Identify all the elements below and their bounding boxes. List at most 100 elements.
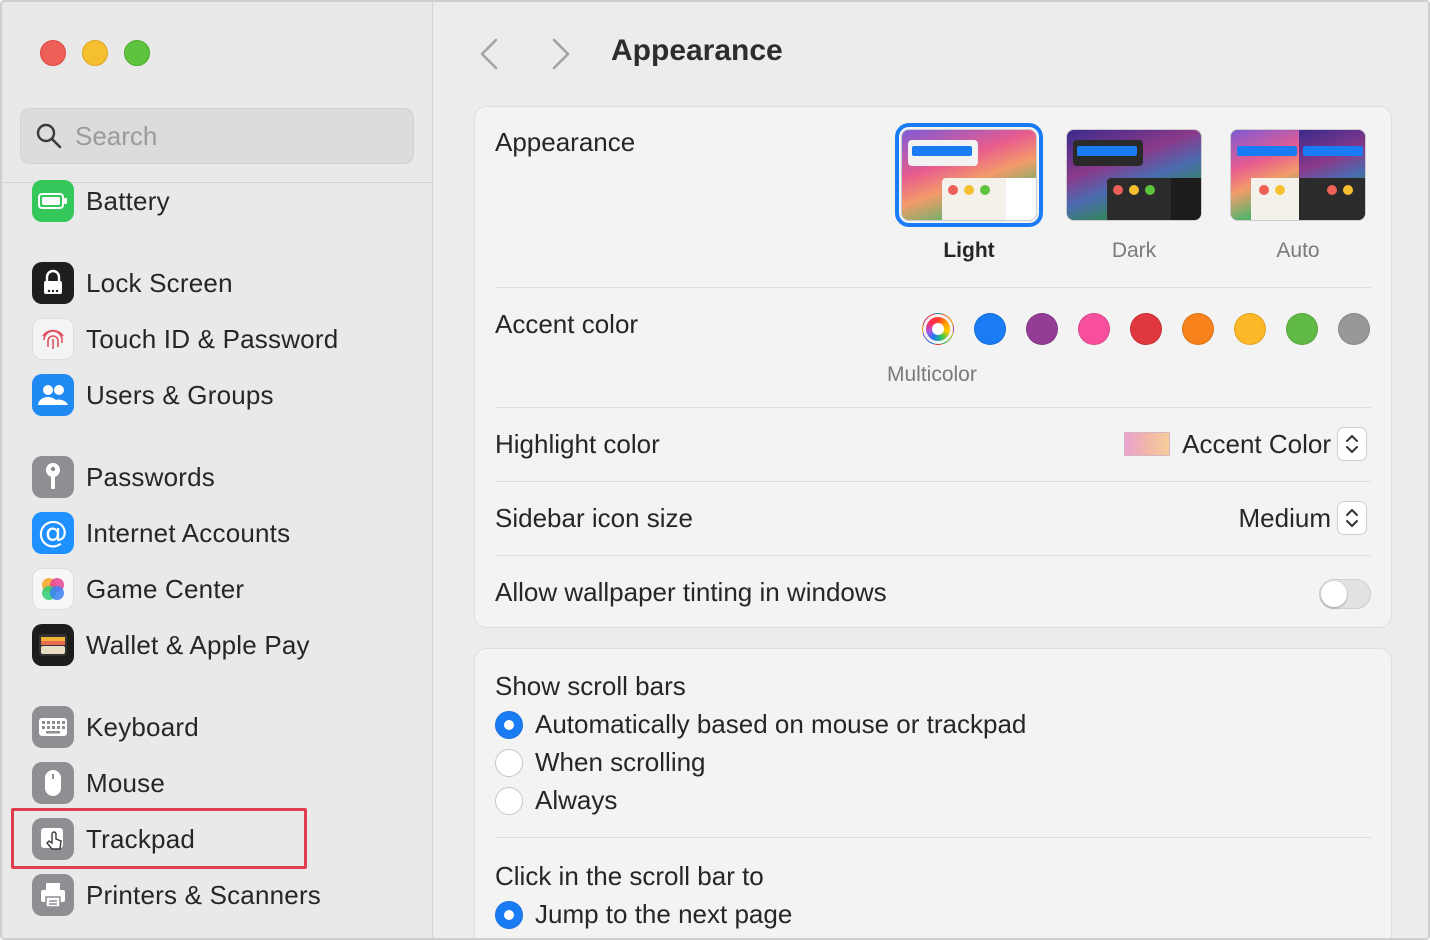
appearance-label: Appearance bbox=[495, 127, 636, 157]
sidebar-item-label: Touch ID & Password bbox=[86, 323, 339, 354]
game-center-icon bbox=[32, 568, 74, 610]
wallet-icon bbox=[32, 624, 74, 666]
sidebar-item-trackpad[interactable]: Trackpad bbox=[32, 817, 195, 861]
click-scroll-bar-label: Click in the scroll bar to bbox=[495, 861, 764, 891]
sidebar-item-internet-accounts[interactable]: @ Internet Accounts bbox=[32, 511, 290, 555]
sidebar-item-label: Lock Screen bbox=[86, 267, 233, 298]
appearance-option-label: Auto bbox=[1276, 239, 1320, 262]
sidebar-item-wallet[interactable]: Wallet & Apple Pay bbox=[32, 623, 310, 667]
appearance-option-light[interactable]: Light bbox=[895, 123, 1043, 263]
sidebar-item-label: Battery bbox=[86, 185, 170, 216]
chevron-up-down-icon bbox=[1337, 427, 1367, 461]
back-button[interactable] bbox=[474, 34, 504, 74]
radio-label: Jump to the next page bbox=[535, 899, 793, 929]
accent-swatch-green[interactable] bbox=[1286, 313, 1318, 345]
accent-swatch-orange[interactable] bbox=[1182, 313, 1214, 345]
appearance-option-label: Light bbox=[943, 239, 995, 262]
divider bbox=[495, 481, 1371, 482]
accent-swatch-purple[interactable] bbox=[1026, 313, 1058, 345]
zoom-button[interactable] bbox=[124, 40, 150, 66]
sidebar-item-label: Mouse bbox=[86, 767, 166, 798]
radio-button[interactable] bbox=[495, 786, 523, 815]
sidebar-item-label: Printers & Scanners bbox=[86, 879, 322, 910]
sidebar-item-passwords[interactable]: Passwords bbox=[32, 455, 215, 499]
highlight-color-label: Highlight color bbox=[495, 429, 660, 459]
main-pane: Appearance Appearance Light Dark Auto Ac… bbox=[434, 2, 1428, 938]
wallpaper-tinting-toggle[interactable] bbox=[1319, 579, 1371, 609]
sidebar-item-printers[interactable]: Printers & Scanners bbox=[32, 873, 321, 917]
highlight-color-popup[interactable]: Accent Color bbox=[1124, 427, 1367, 461]
settings-window: Battery Lock Screen Touch ID & Password … bbox=[0, 0, 1430, 940]
mouse-icon bbox=[32, 762, 74, 804]
sidebar-item-label: Wallet & Apple Pay bbox=[86, 629, 310, 660]
accent-swatch-blue[interactable] bbox=[974, 313, 1006, 345]
highlight-color-swatch bbox=[1124, 432, 1171, 456]
sidebar-item-label: Game Center bbox=[86, 573, 245, 604]
users-icon bbox=[32, 374, 74, 416]
scroll-bars-option-automatic[interactable]: Automatically based on mouse or trackpad bbox=[495, 709, 1026, 740]
dark-theme-thumbnail bbox=[1066, 129, 1202, 221]
search-input[interactable] bbox=[75, 120, 395, 152]
toggle-knob bbox=[1321, 581, 1347, 607]
divider bbox=[495, 837, 1371, 838]
page-title: Appearance bbox=[611, 34, 783, 67]
minimize-button[interactable] bbox=[82, 40, 108, 66]
sidebar-item-game-center[interactable]: Game Center bbox=[32, 567, 244, 611]
accent-swatch-pink[interactable] bbox=[1078, 313, 1110, 345]
sidebar-item-users-groups[interactable]: Users & Groups bbox=[32, 373, 274, 417]
close-button[interactable] bbox=[40, 40, 66, 66]
sidebar-item-touch-id[interactable]: Touch ID & Password bbox=[32, 317, 338, 361]
fingerprint-icon bbox=[32, 318, 74, 360]
accent-color-caption: Multicolor bbox=[887, 363, 977, 386]
sidebar-item-keyboard[interactable]: Keyboard bbox=[32, 705, 199, 749]
highlight-color-value: Accent Color bbox=[1182, 428, 1331, 459]
sidebar-item-label: Passwords bbox=[86, 461, 215, 492]
accent-swatch-yellow[interactable] bbox=[1234, 313, 1266, 345]
appearance-settings-card: Appearance Light Dark Auto Accent color … bbox=[474, 106, 1392, 628]
appearance-option-auto[interactable]: Auto bbox=[1228, 129, 1368, 263]
trackpad-icon bbox=[32, 818, 74, 860]
scroll-bars-option-always[interactable]: Always bbox=[495, 785, 617, 816]
divider bbox=[495, 555, 1371, 556]
scroll-bars-card: Show scroll bars Automatically based on … bbox=[474, 648, 1392, 938]
accent-swatch-red[interactable] bbox=[1130, 313, 1162, 345]
appearance-option-label: Dark bbox=[1111, 239, 1157, 262]
accent-swatch-multicolor[interactable] bbox=[922, 313, 954, 345]
accent-swatch-graphite[interactable] bbox=[1338, 313, 1370, 345]
chevron-up-down-icon bbox=[1337, 501, 1367, 535]
printer-icon bbox=[32, 874, 74, 916]
radio-label: When scrolling bbox=[535, 747, 706, 777]
radio-label: Always bbox=[535, 785, 618, 815]
sidebar-icon-size-popup[interactable]: Medium bbox=[1239, 501, 1367, 535]
keyboard-icon bbox=[32, 706, 74, 748]
show-scroll-bars-label: Show scroll bars bbox=[495, 671, 686, 701]
accent-color-label: Accent color bbox=[495, 309, 639, 339]
sidebar-item-lock-screen[interactable]: Lock Screen bbox=[32, 261, 233, 305]
radio-button[interactable] bbox=[495, 900, 523, 929]
wallpaper-tinting-label: Allow wallpaper tinting in windows bbox=[495, 577, 887, 607]
scroll-bars-option-when-scrolling[interactable]: When scrolling bbox=[495, 747, 706, 778]
search-icon bbox=[36, 123, 62, 149]
key-icon bbox=[32, 456, 74, 498]
click-scroll-bar-option-next-page[interactable]: Jump to the next page bbox=[495, 899, 792, 930]
traffic-lights bbox=[40, 40, 150, 66]
sidebar: Battery Lock Screen Touch ID & Password … bbox=[2, 2, 433, 938]
appearance-option-dark[interactable]: Dark bbox=[1064, 129, 1204, 263]
sidebar-item-mouse[interactable]: Mouse bbox=[32, 761, 165, 805]
forward-button[interactable] bbox=[546, 34, 576, 74]
battery-icon bbox=[32, 180, 74, 222]
sidebar-icon-size-label: Sidebar icon size bbox=[495, 503, 693, 533]
at-sign-icon: @ bbox=[32, 512, 74, 554]
sidebar-icon-size-value: Medium bbox=[1238, 502, 1331, 533]
divider bbox=[495, 407, 1371, 408]
search-field[interactable] bbox=[20, 108, 414, 164]
radio-button[interactable] bbox=[495, 748, 523, 777]
radio-label: Automatically based on mouse or trackpad bbox=[535, 709, 1027, 739]
sidebar-item-label: Trackpad bbox=[86, 823, 196, 854]
lock-icon bbox=[32, 262, 74, 304]
radio-button[interactable] bbox=[495, 710, 523, 739]
sidebar-item-label: Keyboard bbox=[86, 711, 199, 742]
sidebar-item-label: Users & Groups bbox=[86, 379, 274, 410]
sidebar-item-battery[interactable]: Battery bbox=[32, 179, 170, 223]
light-theme-thumbnail bbox=[895, 123, 1043, 227]
